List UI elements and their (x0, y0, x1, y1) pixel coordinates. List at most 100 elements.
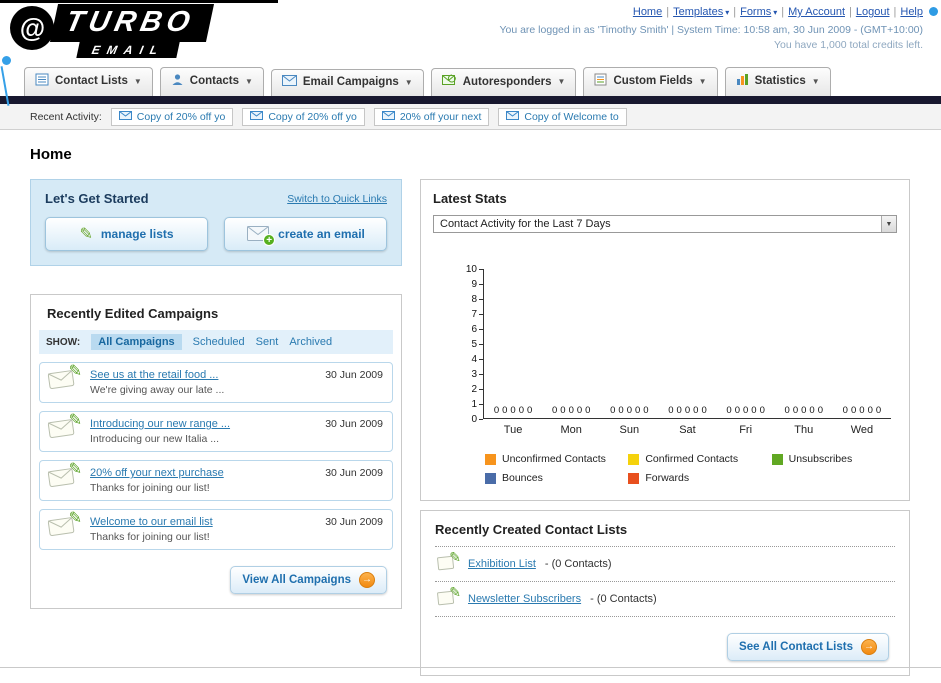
nav-divider-bar (0, 96, 941, 104)
tab-contacts[interactable]: Contacts ▼ (159, 67, 264, 96)
campaign-filter-bar: SHOW: All Campaigns Scheduled Sent Archi… (39, 330, 393, 354)
chart-legend: Unconfirmed Contacts Confirmed Contacts Un… (485, 453, 915, 484)
legend-item-bounces: Bounces (485, 472, 628, 484)
campaign-date: 30 Jun 2009 (325, 418, 383, 430)
tab-label: Contacts (189, 75, 239, 87)
chevron-down-icon: ▼ (244, 76, 253, 86)
campaign-title-link[interactable]: Welcome to our email list (90, 516, 213, 528)
page-pencil-icon: ✎ (437, 584, 461, 608)
top-link-logout[interactable]: Logout (856, 6, 890, 18)
envelope-icon (250, 110, 264, 123)
tab-label: Email Campaigns (302, 76, 399, 88)
show-label: SHOW: (46, 336, 81, 348)
tab-custom-fields[interactable]: Custom Fields ▼ (583, 67, 718, 96)
campaign-date: 30 Jun 2009 (325, 467, 383, 479)
page-pencil-icon: ✎ (437, 549, 461, 573)
separator: | (666, 6, 670, 18)
campaign-subtitle: Thanks for joining our list! (90, 531, 210, 543)
contact-lists-title: Recently Created Contact Lists (435, 522, 628, 537)
campaign-list-item[interactable]: ✎ Introducing our new range ... Introduc… (39, 411, 393, 452)
tab-label: Statistics (754, 75, 806, 87)
tab-statistics[interactable]: Statistics ▼ (724, 67, 831, 96)
envelope-pencil-icon: ✎ (47, 412, 82, 443)
envelope-pencil-icon: ✎ (47, 363, 82, 394)
recent-activity-item[interactable]: Copy of 20% off yo (242, 107, 365, 126)
login-info: You are logged in as 'Timothy Smith' | S… (499, 24, 923, 36)
tab-label: Autoresponders (462, 75, 552, 88)
contact-list-name-link[interactable]: Newsletter Subscribers (468, 593, 581, 605)
chart-category-group: 0 0 0 0 0 Tue (493, 405, 533, 436)
campaign-title-link[interactable]: Introducing our new range ... (90, 418, 230, 430)
chart-category-group: 0 0 0 0 0 Sat (668, 405, 707, 436)
top-link-templates[interactable]: Templates (673, 6, 723, 18)
tab-label: Contact Lists (55, 75, 128, 87)
pencil-icon: ✎ (68, 510, 82, 527)
top-link-forms[interactable]: Forms (740, 6, 771, 18)
campaign-subtitle: Thanks for joining our list! (90, 482, 210, 494)
recent-activity-item[interactable]: Copy of Welcome to (498, 107, 627, 126)
envelope-icon (381, 110, 395, 123)
campaign-subtitle: We're giving away our late ... (90, 384, 225, 396)
tab-contact-lists[interactable]: Contact Lists ▼ (24, 67, 153, 96)
top-link-home[interactable]: Home (633, 6, 662, 18)
x-axis-label: Sun (619, 424, 640, 436)
contact-list-item[interactable]: ✎ Newsletter Subscribers - (0 Contacts) (435, 582, 895, 617)
latest-stats-panel: Latest Stats Contact Activity for the La… (420, 179, 910, 501)
campaign-list-item[interactable]: ✎ 20% off your next purchase Thanks for … (39, 460, 393, 501)
logo-swirl-icon: @ (10, 6, 54, 50)
tab-autoresponders[interactable]: Autoresponders ▼ (430, 68, 577, 96)
pencil-icon: ✎ (449, 584, 461, 600)
legend-swatch (628, 453, 640, 465)
contact-lists-icon (35, 73, 49, 89)
legend-item-forwards: Forwards (628, 472, 771, 484)
tab-label: Custom Fields (613, 75, 693, 87)
legend-swatch (485, 453, 496, 465)
x-axis-label: Thu (794, 424, 814, 436)
stats-activity-select[interactable]: Contact Activity for the Last 7 Days ▼ (433, 215, 897, 233)
envelope-icon (506, 110, 520, 123)
logo-band (0, 0, 278, 3)
contact-list-name-link[interactable]: Exhibition List (468, 558, 536, 570)
see-all-contact-lists-label: See All Contact Lists (739, 641, 853, 653)
legend-swatch (771, 453, 783, 465)
manage-lists-button[interactable]: ✎ manage lists (45, 217, 208, 251)
top-link-help[interactable]: Help (900, 6, 923, 18)
main-nav-tabs: Contact Lists ▼ Contacts ▼ Email Campaig… (0, 62, 941, 96)
campaign-list-item[interactable]: ✎ See us at the retail food ... We're gi… (39, 362, 393, 403)
x-axis-label: Sat (679, 424, 696, 436)
logo-text-turbo: TURBO (49, 4, 215, 42)
campaign-title-link[interactable]: See us at the retail food ... (90, 369, 224, 381)
filter-all-campaigns[interactable]: All Campaigns (91, 334, 182, 350)
view-all-campaigns-button[interactable]: View All Campaigns → (230, 566, 387, 594)
create-email-button[interactable]: + create an email (224, 217, 387, 251)
chevron-down-icon: ▼ (811, 76, 820, 86)
top-link-my-account[interactable]: My Account (788, 6, 845, 18)
page-title: Home (30, 146, 72, 163)
arrow-right-icon: → (861, 639, 877, 655)
envelope-pencil-icon: ✎ (47, 461, 82, 492)
page: @ TURBO EMAIL Home | Templates ▾ | Forms ▾ | My … (0, 0, 941, 683)
campaigns-panel-title: Recently Edited Campaigns (47, 306, 219, 321)
recent-activity-item[interactable]: 20% off your next (373, 107, 490, 126)
see-all-contact-lists-button[interactable]: See All Contact Lists → (727, 633, 889, 661)
filter-sent[interactable]: Sent (256, 336, 279, 348)
envelope-icon (281, 75, 297, 89)
tab-email-campaigns[interactable]: Email Campaigns ▼ (270, 69, 424, 96)
filter-scheduled[interactable]: Scheduled (193, 336, 245, 348)
filter-archived[interactable]: Archived (289, 336, 332, 348)
chart-y-axis: 10 9 8 7 6 5 4 3 2 1 0 (457, 264, 483, 425)
switch-to-quick-links[interactable]: Switch to Quick Links (287, 193, 387, 205)
main-content: Home Let's Get Started Switch to Quick L… (0, 130, 941, 676)
contact-lists-list: ✎ Exhibition List - (0 Contacts) ✎ Newsl… (435, 546, 895, 617)
recent-activity-item[interactable]: Copy of 20% off yo (110, 107, 234, 126)
help-dot (929, 7, 938, 16)
contact-list-item[interactable]: ✎ Exhibition List - (0 Contacts) (435, 547, 895, 582)
campaign-date: 30 Jun 2009 (325, 369, 383, 381)
logo-text-email: EMAIL (76, 42, 181, 58)
pencil-icon: ✎ (68, 412, 82, 429)
campaign-list-item[interactable]: ✎ Welcome to our email list Thanks for j… (39, 509, 393, 550)
legend-item-unsubscribes: Unsubscribes (771, 453, 915, 465)
campaign-title-link[interactable]: 20% off your next purchase (90, 467, 224, 479)
get-started-panel: Let's Get Started Switch to Quick Links … (30, 179, 402, 266)
chevron-down-icon: ▼ (133, 76, 142, 86)
